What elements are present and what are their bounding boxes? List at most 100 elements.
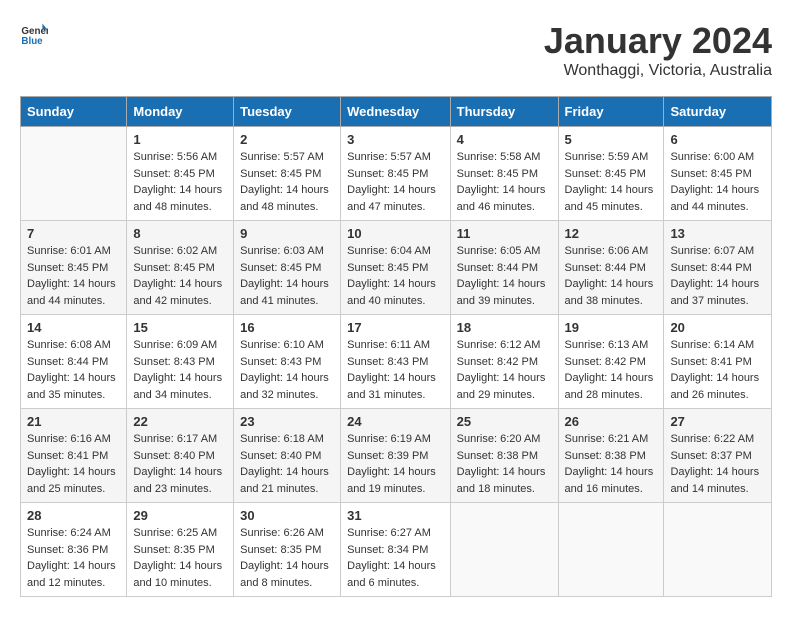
calendar-cell: 2 Sunrise: 5:57 AM Sunset: 8:45 PM Dayli… <box>234 127 341 221</box>
day-number: 6 <box>670 132 765 147</box>
header-tuesday: Tuesday <box>234 97 341 127</box>
sunset-text: Sunset: 8:45 PM <box>240 168 321 180</box>
sunrise-text: Sunrise: 6:16 AM <box>27 433 111 445</box>
sunset-text: Sunset: 8:45 PM <box>565 168 646 180</box>
sunset-text: Sunset: 8:37 PM <box>670 450 751 462</box>
day-info: Sunrise: 6:00 AM Sunset: 8:45 PM Dayligh… <box>670 149 765 215</box>
header-saturday: Saturday <box>664 97 772 127</box>
daylight-text: Daylight: 14 hours and 39 minutes. <box>457 278 546 307</box>
daylight-text: Daylight: 14 hours and 14 minutes. <box>670 466 759 495</box>
day-number: 1 <box>133 132 227 147</box>
day-number: 23 <box>240 414 334 429</box>
sunset-text: Sunset: 8:40 PM <box>240 450 321 462</box>
sunrise-text: Sunrise: 6:24 AM <box>27 527 111 539</box>
sunrise-text: Sunrise: 6:05 AM <box>457 245 541 257</box>
sunset-text: Sunset: 8:45 PM <box>27 262 108 274</box>
daylight-text: Daylight: 14 hours and 47 minutes. <box>347 184 436 213</box>
page-header: General Blue January 2024 Wonthaggi, Vic… <box>20 20 772 80</box>
sunrise-text: Sunrise: 6:17 AM <box>133 433 217 445</box>
daylight-text: Daylight: 14 hours and 12 minutes. <box>27 560 116 589</box>
daylight-text: Daylight: 14 hours and 6 minutes. <box>347 560 436 589</box>
daylight-text: Daylight: 14 hours and 48 minutes. <box>240 184 329 213</box>
day-info: Sunrise: 6:12 AM Sunset: 8:42 PM Dayligh… <box>457 337 552 403</box>
sunset-text: Sunset: 8:34 PM <box>347 544 428 556</box>
daylight-text: Daylight: 14 hours and 18 minutes. <box>457 466 546 495</box>
day-number: 14 <box>27 320 120 335</box>
logo-icon: General Blue <box>20 20 48 48</box>
sunrise-text: Sunrise: 5:57 AM <box>240 151 324 163</box>
calendar-cell: 30 Sunrise: 6:26 AM Sunset: 8:35 PM Dayl… <box>234 503 341 597</box>
sunset-text: Sunset: 8:39 PM <box>347 450 428 462</box>
calendar-week-row: 7 Sunrise: 6:01 AM Sunset: 8:45 PM Dayli… <box>21 221 772 315</box>
daylight-text: Daylight: 14 hours and 21 minutes. <box>240 466 329 495</box>
day-number: 13 <box>670 226 765 241</box>
sunrise-text: Sunrise: 6:01 AM <box>27 245 111 257</box>
calendar-cell: 9 Sunrise: 6:03 AM Sunset: 8:45 PM Dayli… <box>234 221 341 315</box>
header-wednesday: Wednesday <box>341 97 451 127</box>
day-number: 18 <box>457 320 552 335</box>
calendar-cell: 31 Sunrise: 6:27 AM Sunset: 8:34 PM Dayl… <box>341 503 451 597</box>
sunrise-text: Sunrise: 6:00 AM <box>670 151 754 163</box>
day-info: Sunrise: 6:17 AM Sunset: 8:40 PM Dayligh… <box>133 431 227 497</box>
day-info: Sunrise: 5:56 AM Sunset: 8:45 PM Dayligh… <box>133 149 227 215</box>
logo: General Blue <box>20 20 48 48</box>
daylight-text: Daylight: 14 hours and 46 minutes. <box>457 184 546 213</box>
calendar-cell: 4 Sunrise: 5:58 AM Sunset: 8:45 PM Dayli… <box>450 127 558 221</box>
sunset-text: Sunset: 8:45 PM <box>347 168 428 180</box>
day-info: Sunrise: 6:13 AM Sunset: 8:42 PM Dayligh… <box>565 337 658 403</box>
sunset-text: Sunset: 8:45 PM <box>240 262 321 274</box>
day-number: 28 <box>27 508 120 523</box>
sunrise-text: Sunrise: 6:25 AM <box>133 527 217 539</box>
sunset-text: Sunset: 8:38 PM <box>457 450 538 462</box>
sunrise-text: Sunrise: 6:02 AM <box>133 245 217 257</box>
calendar-cell: 3 Sunrise: 5:57 AM Sunset: 8:45 PM Dayli… <box>341 127 451 221</box>
day-number: 3 <box>347 132 444 147</box>
sunrise-text: Sunrise: 5:58 AM <box>457 151 541 163</box>
daylight-text: Daylight: 14 hours and 42 minutes. <box>133 278 222 307</box>
day-number: 10 <box>347 226 444 241</box>
calendar-header-row: Sunday Monday Tuesday Wednesday Thursday… <box>21 97 772 127</box>
daylight-text: Daylight: 14 hours and 8 minutes. <box>240 560 329 589</box>
day-info: Sunrise: 6:11 AM Sunset: 8:43 PM Dayligh… <box>347 337 444 403</box>
day-number: 11 <box>457 226 552 241</box>
daylight-text: Daylight: 14 hours and 45 minutes. <box>565 184 654 213</box>
daylight-text: Daylight: 14 hours and 44 minutes. <box>27 278 116 307</box>
sunset-text: Sunset: 8:45 PM <box>670 168 751 180</box>
calendar-cell: 14 Sunrise: 6:08 AM Sunset: 8:44 PM Dayl… <box>21 315 127 409</box>
day-number: 27 <box>670 414 765 429</box>
day-info: Sunrise: 6:01 AM Sunset: 8:45 PM Dayligh… <box>27 243 120 309</box>
sunset-text: Sunset: 8:41 PM <box>670 356 751 368</box>
sunrise-text: Sunrise: 5:56 AM <box>133 151 217 163</box>
sunset-text: Sunset: 8:38 PM <box>565 450 646 462</box>
day-number: 25 <box>457 414 552 429</box>
day-number: 4 <box>457 132 552 147</box>
daylight-text: Daylight: 14 hours and 40 minutes. <box>347 278 436 307</box>
sunset-text: Sunset: 8:43 PM <box>240 356 321 368</box>
day-number: 22 <box>133 414 227 429</box>
day-info: Sunrise: 6:02 AM Sunset: 8:45 PM Dayligh… <box>133 243 227 309</box>
day-number: 2 <box>240 132 334 147</box>
calendar-cell: 22 Sunrise: 6:17 AM Sunset: 8:40 PM Dayl… <box>127 409 234 503</box>
calendar-cell: 24 Sunrise: 6:19 AM Sunset: 8:39 PM Dayl… <box>341 409 451 503</box>
day-number: 5 <box>565 132 658 147</box>
day-info: Sunrise: 6:21 AM Sunset: 8:38 PM Dayligh… <box>565 431 658 497</box>
header-friday: Friday <box>558 97 664 127</box>
svg-text:Blue: Blue <box>21 36 43 47</box>
day-info: Sunrise: 5:57 AM Sunset: 8:45 PM Dayligh… <box>240 149 334 215</box>
sunset-text: Sunset: 8:42 PM <box>565 356 646 368</box>
header-monday: Monday <box>127 97 234 127</box>
daylight-text: Daylight: 14 hours and 48 minutes. <box>133 184 222 213</box>
calendar-cell: 20 Sunrise: 6:14 AM Sunset: 8:41 PM Dayl… <box>664 315 772 409</box>
sunrise-text: Sunrise: 6:22 AM <box>670 433 754 445</box>
daylight-text: Daylight: 14 hours and 10 minutes. <box>133 560 222 589</box>
calendar-cell: 7 Sunrise: 6:01 AM Sunset: 8:45 PM Dayli… <box>21 221 127 315</box>
sunrise-text: Sunrise: 5:59 AM <box>565 151 649 163</box>
sunrise-text: Sunrise: 6:04 AM <box>347 245 431 257</box>
day-info: Sunrise: 6:05 AM Sunset: 8:44 PM Dayligh… <box>457 243 552 309</box>
day-number: 30 <box>240 508 334 523</box>
daylight-text: Daylight: 14 hours and 16 minutes. <box>565 466 654 495</box>
day-info: Sunrise: 6:16 AM Sunset: 8:41 PM Dayligh… <box>27 431 120 497</box>
daylight-text: Daylight: 14 hours and 37 minutes. <box>670 278 759 307</box>
daylight-text: Daylight: 14 hours and 28 minutes. <box>565 372 654 401</box>
day-number: 20 <box>670 320 765 335</box>
